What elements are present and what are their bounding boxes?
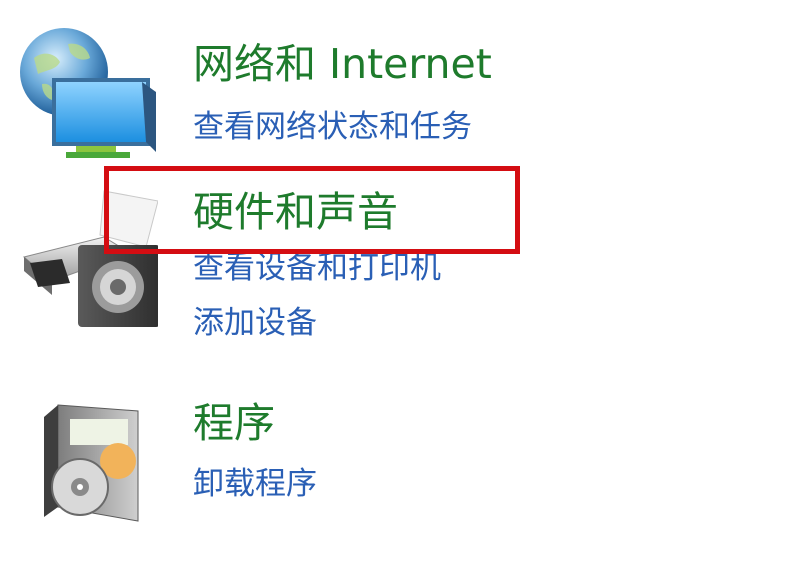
category-title-hardware-sound[interactable]: 硬件和声音 [193,192,398,233]
program-disc-box-icon[interactable] [40,397,150,523]
link-uninstall-program[interactable]: 卸载程序 [193,469,317,500]
category-programs: 程序 卸载程序 [0,355,800,563]
printer-speaker-icon[interactable] [18,187,158,333]
network-globe-monitor-icon[interactable] [16,28,158,160]
category-title-programs[interactable]: 程序 [193,403,275,444]
link-view-network-status[interactable]: 查看网络状态和任务 [193,112,472,143]
category-hardware-sound: 硬件和声音 查看设备和打印机 添加设备 [0,165,800,355]
link-view-devices-printers[interactable]: 查看设备和打印机 [193,253,441,284]
category-network-internet: 网络和 Internet 查看网络状态和任务 [0,0,800,165]
link-add-device[interactable]: 添加设备 [193,308,317,339]
category-title-network-internet[interactable]: 网络和 Internet [193,44,492,85]
